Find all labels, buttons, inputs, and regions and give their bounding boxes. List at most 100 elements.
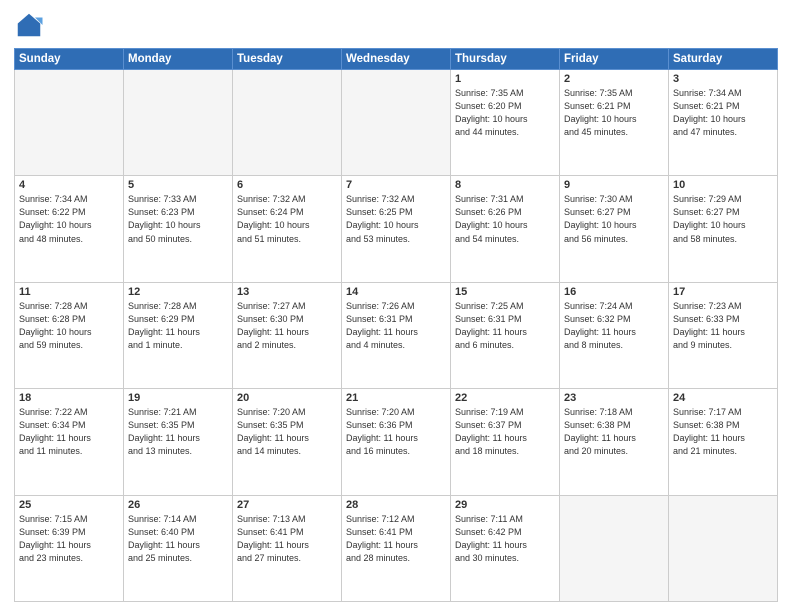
weekday-header: Thursday: [451, 49, 560, 70]
page: SundayMondayTuesdayWednesdayThursdayFrid…: [0, 0, 792, 612]
day-info: Sunrise: 7:27 AM Sunset: 6:30 PM Dayligh…: [237, 300, 337, 352]
day-number: 18: [19, 392, 119, 404]
calendar-week-row: 4 Sunrise: 7:34 AM Sunset: 6:22 PM Daylig…: [15, 176, 778, 282]
weekday-header: Saturday: [669, 49, 778, 70]
calendar-cell: 18 Sunrise: 7:22 AM Sunset: 6:34 PM Dayli…: [15, 389, 124, 495]
calendar-cell: 3Sunrise: 7:34 AM Sunset: 6:21 PM Daylig…: [669, 70, 778, 176]
calendar-cell: 9 Sunrise: 7:30 AM Sunset: 6:27 PM Daylig…: [560, 176, 669, 282]
day-number: 19: [128, 392, 228, 404]
day-info: Sunrise: 7:33 AM Sunset: 6:23 PM Dayligh…: [128, 193, 228, 245]
calendar-cell: 7 Sunrise: 7:32 AM Sunset: 6:25 PM Daylig…: [342, 176, 451, 282]
day-number: 10: [673, 179, 773, 191]
calendar-cell: 6 Sunrise: 7:32 AM Sunset: 6:24 PM Daylig…: [233, 176, 342, 282]
calendar-cell: [124, 70, 233, 176]
day-info: Sunrise: 7:28 AM Sunset: 6:29 PM Dayligh…: [128, 300, 228, 352]
calendar-cell: 22 Sunrise: 7:19 AM Sunset: 6:37 PM Dayli…: [451, 389, 560, 495]
day-number: 25: [19, 499, 119, 511]
day-info: Sunrise: 7:17 AM Sunset: 6:38 PM Dayligh…: [673, 406, 773, 458]
logo: [14, 10, 48, 40]
calendar-cell: 17 Sunrise: 7:23 AM Sunset: 6:33 PM Dayli…: [669, 282, 778, 388]
day-info: Sunrise: 7:19 AM Sunset: 6:37 PM Dayligh…: [455, 406, 555, 458]
day-number: 4: [19, 179, 119, 191]
day-number: 11: [19, 286, 119, 298]
day-info: Sunrise: 7:18 AM Sunset: 6:38 PM Dayligh…: [564, 406, 664, 458]
day-info: Sunrise: 7:21 AM Sunset: 6:35 PM Dayligh…: [128, 406, 228, 458]
calendar-cell: 28 Sunrise: 7:12 AM Sunset: 6:41 PM Dayli…: [342, 495, 451, 601]
day-info: Sunrise: 7:23 AM Sunset: 6:33 PM Dayligh…: [673, 300, 773, 352]
day-number: 29: [455, 499, 555, 511]
day-info: Sunrise: 7:29 AM Sunset: 6:27 PM Dayligh…: [673, 193, 773, 245]
calendar-week-row: 11 Sunrise: 7:28 AM Sunset: 6:28 PM Dayli…: [15, 282, 778, 388]
day-info: Sunrise: 7:24 AM Sunset: 6:32 PM Dayligh…: [564, 300, 664, 352]
day-info: Sunrise: 7:15 AM Sunset: 6:39 PM Dayligh…: [19, 513, 119, 565]
day-number: 16: [564, 286, 664, 298]
day-number: 22: [455, 392, 555, 404]
calendar-cell: 16 Sunrise: 7:24 AM Sunset: 6:32 PM Dayli…: [560, 282, 669, 388]
calendar-header: SundayMondayTuesdayWednesdayThursdayFrid…: [15, 49, 778, 70]
day-number: 20: [237, 392, 337, 404]
day-info: Sunrise: 7:25 AM Sunset: 6:31 PM Dayligh…: [455, 300, 555, 352]
weekday-header: Tuesday: [233, 49, 342, 70]
calendar-cell: 1 Sunrise: 7:35 AM Sunset: 6:20 PM Daylig…: [451, 70, 560, 176]
day-number: 6: [237, 179, 337, 191]
calendar-cell: 19 Sunrise: 7:21 AM Sunset: 6:35 PM Dayli…: [124, 389, 233, 495]
weekday-header: Friday: [560, 49, 669, 70]
day-number: 21: [346, 392, 446, 404]
calendar-week-row: 18 Sunrise: 7:22 AM Sunset: 6:34 PM Dayli…: [15, 389, 778, 495]
calendar-cell: [233, 70, 342, 176]
header-row: SundayMondayTuesdayWednesdayThursdayFrid…: [15, 49, 778, 70]
calendar-cell: 12 Sunrise: 7:28 AM Sunset: 6:29 PM Dayli…: [124, 282, 233, 388]
day-number: 26: [128, 499, 228, 511]
day-info: Sunrise: 7:30 AM Sunset: 6:27 PM Dayligh…: [564, 193, 664, 245]
calendar-cell: [342, 70, 451, 176]
calendar-cell: 20 Sunrise: 7:20 AM Sunset: 6:35 PM Dayli…: [233, 389, 342, 495]
day-number: 23: [564, 392, 664, 404]
day-info: Sunrise: 7:34 AM Sunset: 6:22 PM Dayligh…: [19, 193, 119, 245]
calendar-table: SundayMondayTuesdayWednesdayThursdayFrid…: [14, 48, 778, 602]
calendar-cell: [669, 495, 778, 601]
day-number: 28: [346, 499, 446, 511]
day-number: 27: [237, 499, 337, 511]
calendar-cell: 24 Sunrise: 7:17 AM Sunset: 6:38 PM Dayli…: [669, 389, 778, 495]
day-info: Sunrise: 7:35 AM Sunset: 6:21 PM Dayligh…: [564, 87, 664, 139]
day-info: Sunrise: 7:12 AM Sunset: 6:41 PM Dayligh…: [346, 513, 446, 565]
calendar-cell: 5 Sunrise: 7:33 AM Sunset: 6:23 PM Daylig…: [124, 176, 233, 282]
day-info: Sunrise: 7:22 AM Sunset: 6:34 PM Dayligh…: [19, 406, 119, 458]
day-info: Sunrise: 7:35 AM Sunset: 6:20 PM Dayligh…: [455, 87, 555, 139]
calendar-cell: 23 Sunrise: 7:18 AM Sunset: 6:38 PM Dayli…: [560, 389, 669, 495]
weekday-header: Monday: [124, 49, 233, 70]
day-info: Sunrise: 7:32 AM Sunset: 6:24 PM Dayligh…: [237, 193, 337, 245]
day-info: Sunrise: 7:20 AM Sunset: 6:35 PM Dayligh…: [237, 406, 337, 458]
day-info: Sunrise: 7:26 AM Sunset: 6:31 PM Dayligh…: [346, 300, 446, 352]
day-info: Sunrise: 7:13 AM Sunset: 6:41 PM Dayligh…: [237, 513, 337, 565]
day-number: 7: [346, 179, 446, 191]
day-number: 8: [455, 179, 555, 191]
calendar-body: 1 Sunrise: 7:35 AM Sunset: 6:20 PM Daylig…: [15, 70, 778, 602]
day-number: 5: [128, 179, 228, 191]
day-number: 2: [564, 73, 664, 85]
day-info: Sunrise: 7:11 AM Sunset: 6:42 PM Dayligh…: [455, 513, 555, 565]
weekday-header: Wednesday: [342, 49, 451, 70]
day-number: 13: [237, 286, 337, 298]
day-number: 1: [455, 73, 555, 85]
day-number: 9: [564, 179, 664, 191]
day-info: Sunrise: 7:20 AM Sunset: 6:36 PM Dayligh…: [346, 406, 446, 458]
calendar-cell: 2 Sunrise: 7:35 AM Sunset: 6:21 PM Daylig…: [560, 70, 669, 176]
calendar-cell: [15, 70, 124, 176]
day-number: 24: [673, 392, 773, 404]
day-info: Sunrise: 7:32 AM Sunset: 6:25 PM Dayligh…: [346, 193, 446, 245]
day-info: Sunrise: 7:28 AM Sunset: 6:28 PM Dayligh…: [19, 300, 119, 352]
calendar-cell: 14Sunrise: 7:26 AM Sunset: 6:31 PM Dayli…: [342, 282, 451, 388]
calendar-cell: 15 Sunrise: 7:25 AM Sunset: 6:31 PM Dayli…: [451, 282, 560, 388]
calendar-cell: 8 Sunrise: 7:31 AM Sunset: 6:26 PM Daylig…: [451, 176, 560, 282]
logo-icon: [14, 10, 44, 40]
day-number: 17: [673, 286, 773, 298]
day-info: Sunrise: 7:31 AM Sunset: 6:26 PM Dayligh…: [455, 193, 555, 245]
calendar-week-row: 1 Sunrise: 7:35 AM Sunset: 6:20 PM Daylig…: [15, 70, 778, 176]
day-number: 12: [128, 286, 228, 298]
day-number: 15: [455, 286, 555, 298]
weekday-header: Sunday: [15, 49, 124, 70]
calendar-cell: 13 Sunrise: 7:27 AM Sunset: 6:30 PM Dayli…: [233, 282, 342, 388]
calendar-cell: [560, 495, 669, 601]
calendar-cell: 27 Sunrise: 7:13 AM Sunset: 6:41 PM Dayli…: [233, 495, 342, 601]
